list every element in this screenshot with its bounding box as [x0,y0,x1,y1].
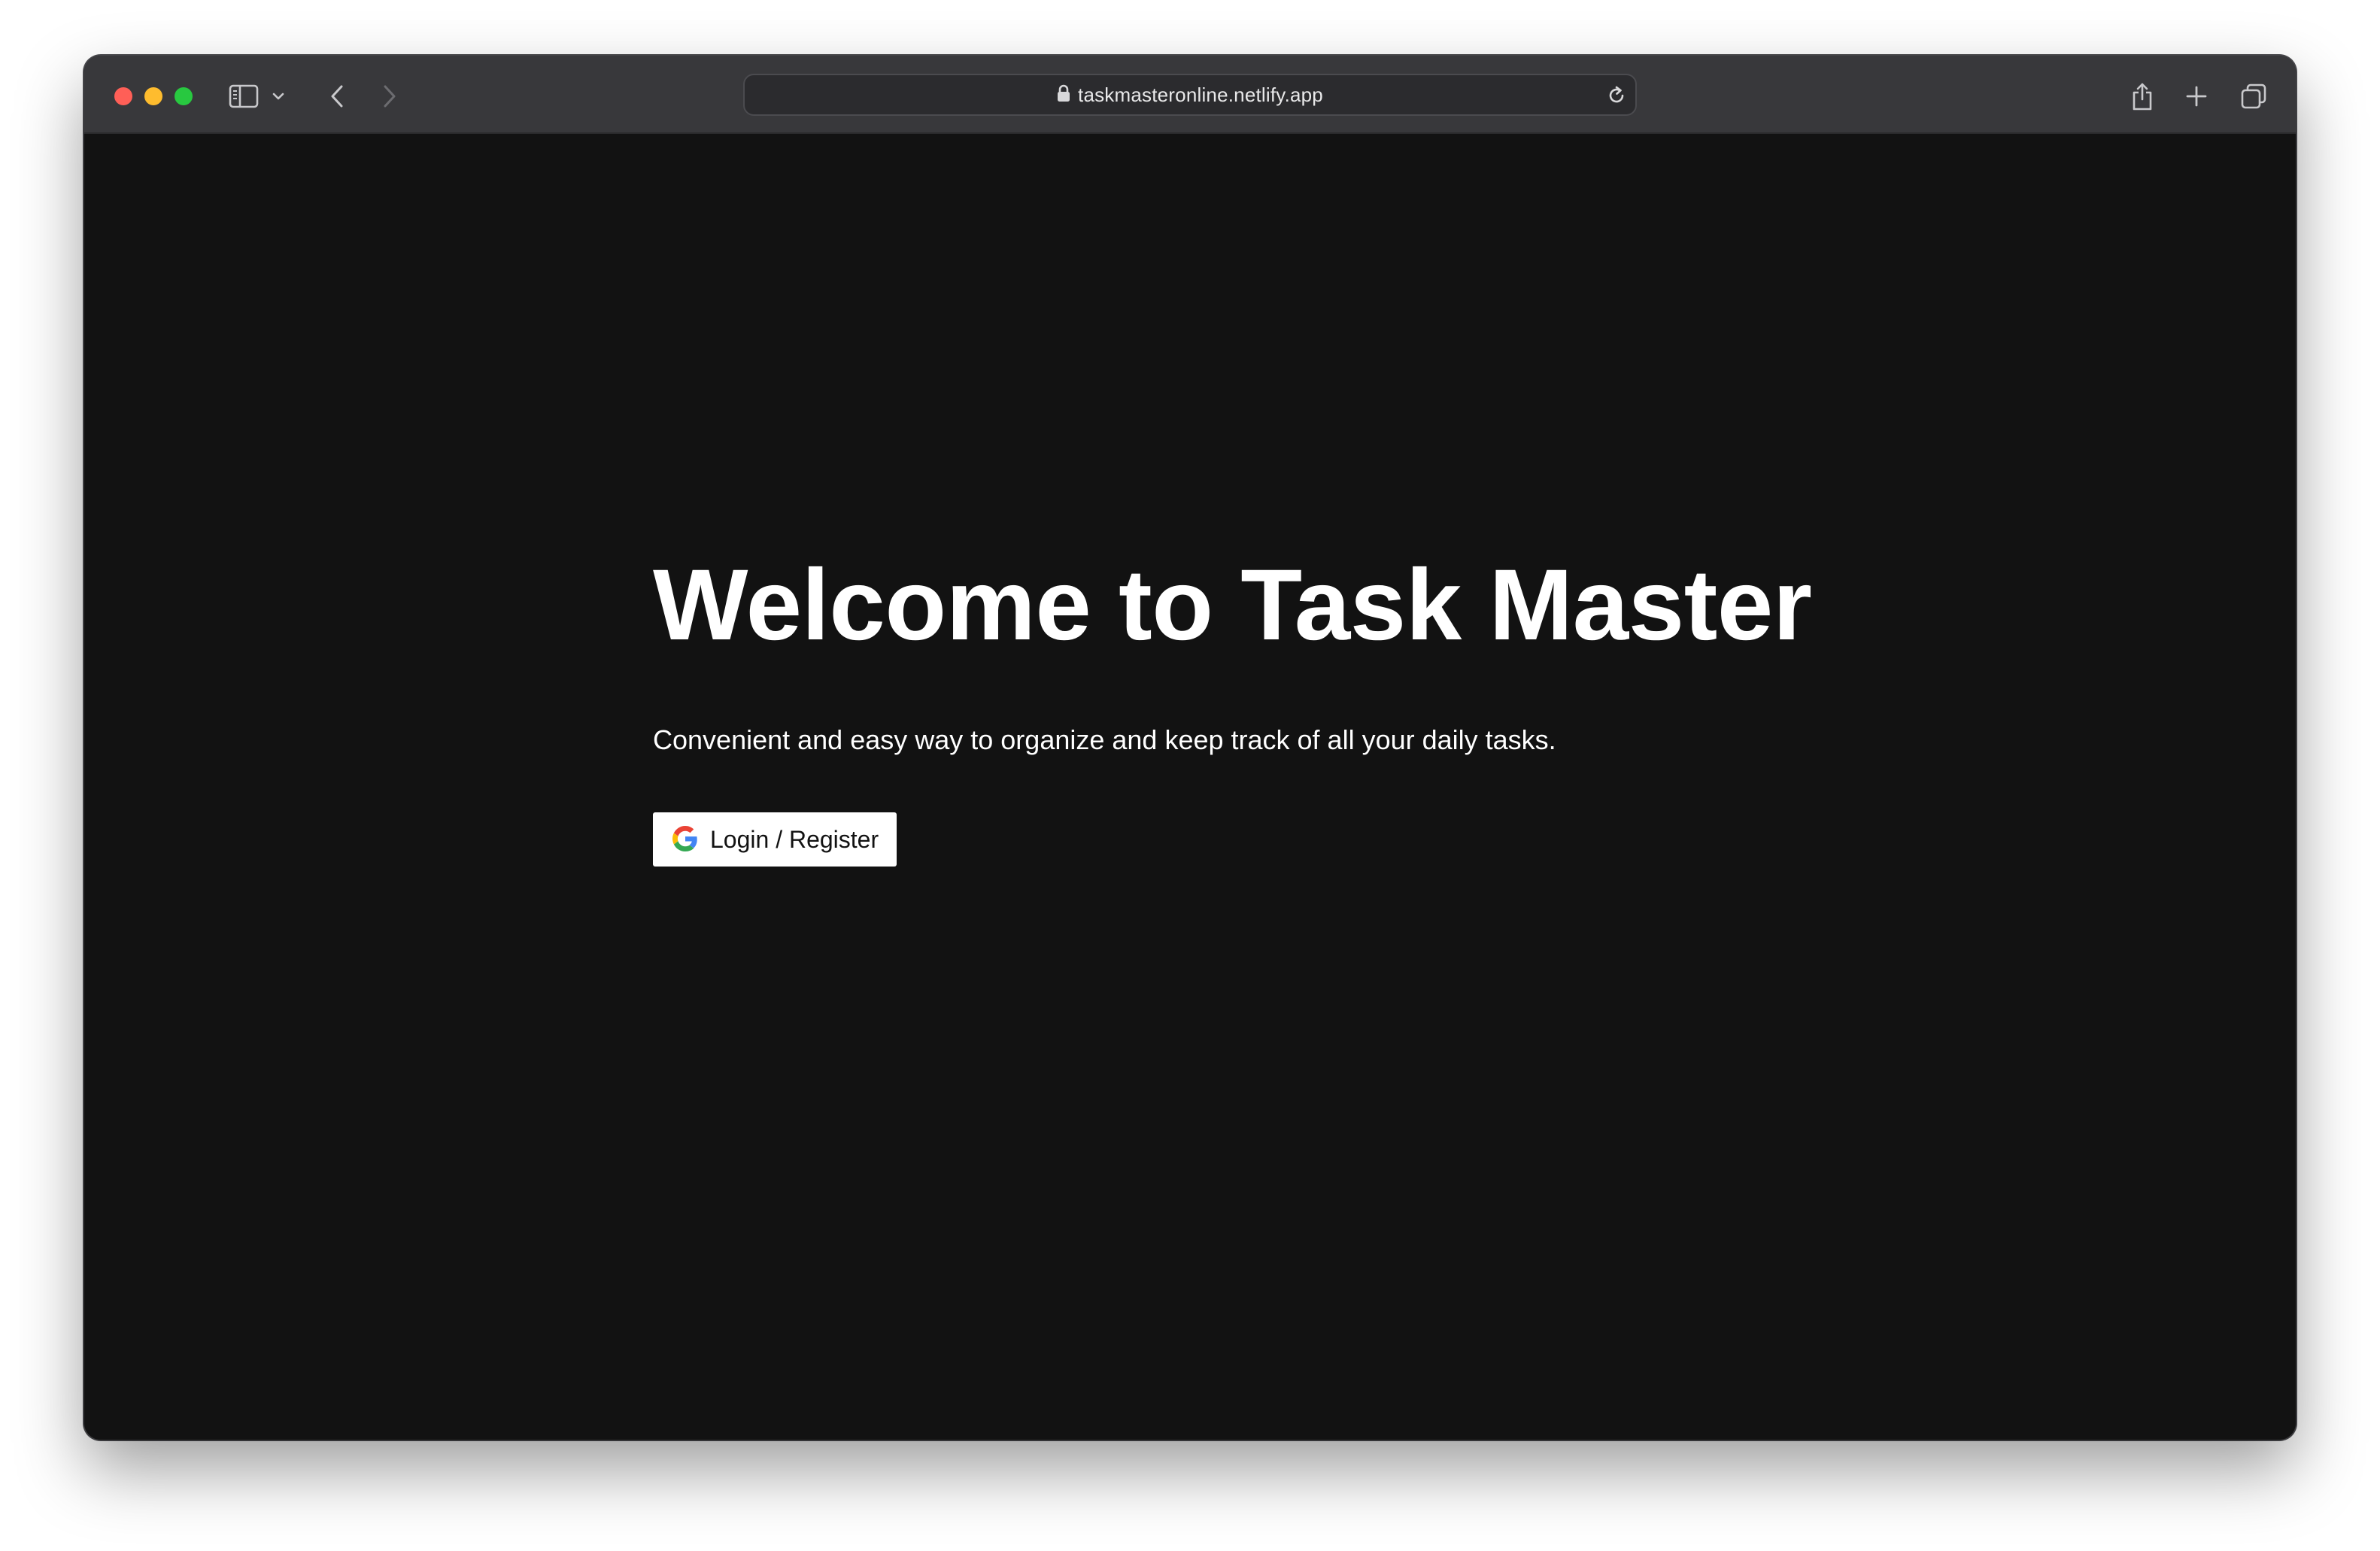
minimize-window-button[interactable] [144,87,162,105]
chevron-down-icon[interactable] [263,75,293,117]
url-text: taskmasteronline.netlify.app [1078,83,1323,106]
forward-arrow-icon[interactable] [369,75,411,117]
sidebar-icon[interactable] [223,75,265,117]
share-icon[interactable] [2121,75,2163,117]
plus-icon[interactable] [2175,75,2218,117]
lock-icon [1057,84,1070,106]
back-arrow-icon[interactable] [316,75,358,117]
page-content: Welcome to Task Master Convenient and ea… [84,134,2296,1440]
zoom-window-button[interactable] [175,87,193,105]
browser-toolbar: taskmasteronline.netlify.app [84,56,2296,134]
tab-overview-icon[interactable] [2233,75,2275,117]
google-icon [672,825,698,854]
close-window-button[interactable] [114,87,132,105]
login-register-button[interactable]: Login / Register [653,812,897,867]
reload-icon[interactable] [1605,84,1628,111]
login-register-label: Login / Register [710,825,879,853]
address-bar[interactable]: taskmasteronline.netlify.app [743,74,1637,116]
page-subtitle: Convenient and easy way to organize and … [653,724,1556,755]
hero-section: Welcome to Task Master Convenient and ea… [653,549,1856,867]
page-title: Welcome to Task Master [653,549,1812,661]
browser-window: taskmasteronline.netlify.app Welcome to … [84,56,2296,1440]
